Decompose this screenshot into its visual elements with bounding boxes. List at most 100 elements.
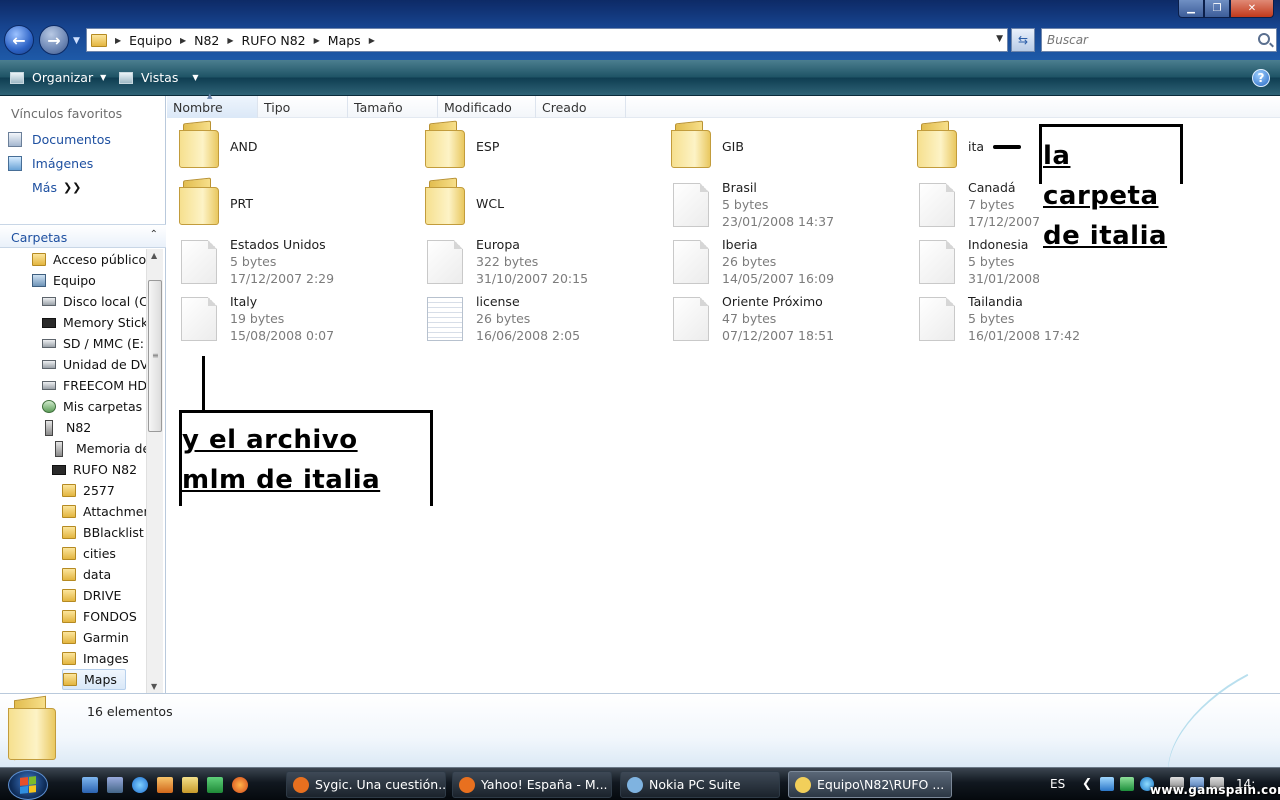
scroll-up-icon[interactable]: ▲: [151, 251, 157, 260]
refresh-button[interactable]: ⇆: [1011, 28, 1035, 52]
close-button[interactable]: ✕: [1230, 0, 1274, 18]
show-desktop-icon[interactable]: [82, 777, 98, 793]
back-button[interactable]: ←: [4, 25, 34, 55]
organize-button[interactable]: Organizar ▼: [10, 70, 106, 85]
folder-item[interactable]: PRT: [177, 177, 417, 232]
chevron-down-icon: ▼: [192, 73, 199, 82]
file-item[interactable]: Iberia 26 bytes 14/05/2007 16:09: [669, 235, 909, 289]
folder-item[interactable]: GIB: [669, 120, 909, 175]
taskbar-button[interactable]: Equipo\N82\RUFO ...: [788, 771, 952, 798]
tree-item-label: FONDOS: [83, 609, 137, 624]
breadcrumb-n82[interactable]: N82: [194, 33, 219, 48]
file-item[interactable]: Italy 19 bytes 15/08/2008 0:07: [177, 292, 417, 346]
folder-tree-scrollbar[interactable]: ▲ ≡ ▼: [146, 249, 163, 693]
chevron-left-icon[interactable]: ❮: [1082, 776, 1092, 790]
favorite-documents[interactable]: Documentos: [8, 132, 111, 147]
start-button[interactable]: [8, 770, 48, 800]
address-bar[interactable]: ▶ Equipo ▶ N82 ▶ RUFO N82 ▶ Maps ▶ ▼: [86, 28, 1008, 52]
tree-item[interactable]: data: [62, 564, 111, 585]
item-date: 14/05/2007 16:09: [722, 271, 835, 286]
breadcrumb-separator-icon[interactable]: ▶: [314, 36, 320, 45]
file-icon: [181, 240, 217, 284]
taskbar-button[interactable]: Nokia PC Suite: [620, 771, 780, 798]
column-type[interactable]: Tipo: [258, 96, 348, 118]
media-player-icon[interactable]: [157, 777, 173, 793]
tree-item[interactable]: FREECOM HD: [42, 375, 146, 396]
tree-item[interactable]: Acceso público: [32, 249, 146, 270]
taskbar-button[interactable]: Yahoo! España - M...: [452, 771, 612, 798]
internet-explorer-icon[interactable]: [132, 777, 148, 793]
column-size[interactable]: Tamaño: [348, 96, 438, 118]
network-icon[interactable]: [1100, 777, 1114, 791]
maximize-button[interactable]: ❐: [1204, 0, 1230, 18]
language-indicator[interactable]: ES: [1050, 777, 1065, 791]
item-date: 23/01/2008 14:37: [722, 214, 835, 229]
computer-icon: [32, 274, 46, 287]
tree-item[interactable]: SD / MMC (E:: [42, 333, 144, 354]
folder-item[interactable]: WCL: [423, 177, 663, 232]
scrollbar-thumb[interactable]: ≡: [148, 280, 162, 432]
tree-item[interactable]: Mis carpetas: [42, 396, 142, 417]
tree-item[interactable]: Memoria de: [52, 438, 146, 459]
tree-item[interactable]: Garmin: [62, 627, 129, 648]
column-name[interactable]: ▲ Nombre: [167, 92, 258, 118]
tree-item[interactable]: Unidad de DV: [42, 354, 146, 375]
minimize-button[interactable]: ▁: [1178, 0, 1204, 18]
switch-windows-icon[interactable]: [107, 777, 123, 793]
tree-item[interactable]: DRIVE: [62, 585, 121, 606]
favorite-label: Documentos: [32, 132, 111, 147]
taskbar-button[interactable]: Sygic. Una cuestión...: [286, 771, 446, 798]
breadcrumb-equipo[interactable]: Equipo: [129, 33, 172, 48]
favorite-pictures[interactable]: Imágenes: [8, 156, 93, 171]
views-button[interactable]: Vistas ▼: [119, 70, 199, 85]
forward-button[interactable]: →: [39, 25, 69, 55]
history-dropdown-icon[interactable]: ▼: [73, 36, 80, 46]
app-icon[interactable]: [207, 777, 223, 793]
breadcrumb-rufo-n82[interactable]: RUFO N82: [242, 33, 306, 48]
file-item[interactable]: Europa 322 bytes 31/10/2007 20:15: [423, 235, 663, 289]
folder-item[interactable]: AND: [177, 120, 417, 175]
tree-item[interactable]: Memory Stick: [42, 312, 146, 333]
column-created[interactable]: Creado: [536, 96, 626, 118]
tree-item[interactable]: N82: [42, 417, 91, 438]
tree-item[interactable]: RUFO N82: [52, 459, 137, 480]
tree-item[interactable]: Disco local (C: [42, 291, 146, 312]
item-date: 31/10/2007 20:15: [476, 271, 589, 286]
tree-item[interactable]: FONDOS: [62, 606, 137, 627]
file-item[interactable]: Oriente Próximo 47 bytes 07/12/2007 18:51: [669, 292, 909, 346]
folder-icon[interactable]: [182, 777, 198, 793]
favorite-more[interactable]: Más ❯❯: [32, 180, 81, 195]
file-item[interactable]: Brasil 5 bytes 23/01/2008 14:37: [669, 178, 909, 232]
file-item[interactable]: Estados Unidos 5 bytes 17/12/2007 2:29: [177, 235, 417, 289]
folder-item[interactable]: ESP: [423, 120, 663, 175]
firefox-icon[interactable]: [232, 777, 248, 793]
file-item[interactable]: license 26 bytes 16/06/2008 2:05: [423, 292, 663, 346]
tree-item[interactable]: cities: [62, 543, 116, 564]
scroll-down-icon[interactable]: ▼: [151, 682, 157, 691]
tree-item[interactable]: Images: [62, 648, 129, 669]
breadcrumb-maps[interactable]: Maps: [328, 33, 361, 48]
search-icon[interactable]: [1258, 33, 1270, 45]
breadcrumb-separator-icon[interactable]: ▶: [369, 36, 375, 45]
tree-item[interactable]: 2577: [62, 480, 115, 501]
search-input[interactable]: [1047, 33, 1247, 47]
tree-item[interactable]: Equipo: [32, 270, 96, 291]
search-box[interactable]: [1041, 28, 1277, 52]
address-dropdown-icon[interactable]: ▼: [996, 34, 1003, 44]
breadcrumb-separator-icon[interactable]: ▶: [227, 36, 233, 45]
tree-item[interactable]: BBlacklist: [62, 522, 144, 543]
breadcrumb-separator-icon[interactable]: ▶: [180, 36, 186, 45]
security-icon[interactable]: [1120, 777, 1134, 791]
tree-item-label: Maps: [84, 672, 117, 687]
tree-item[interactable]: Attachmen: [62, 501, 146, 522]
help-icon[interactable]: ?: [1252, 69, 1270, 87]
chevron-up-icon[interactable]: ⌃: [150, 229, 158, 240]
tree-item[interactable]: Maps: [62, 669, 126, 690]
column-modified[interactable]: Modificado: [438, 96, 536, 118]
folders-title: Carpetas: [11, 230, 68, 245]
breadcrumb-separator-icon[interactable]: ▶: [115, 36, 121, 45]
column-label: Nombre: [173, 100, 223, 115]
item-date: 17/12/2007 2:29: [230, 271, 335, 286]
file-item[interactable]: Tailandia 5 bytes 16/01/2008 17:42: [915, 292, 1155, 346]
folders-header[interactable]: Carpetas ⌃: [0, 224, 166, 248]
